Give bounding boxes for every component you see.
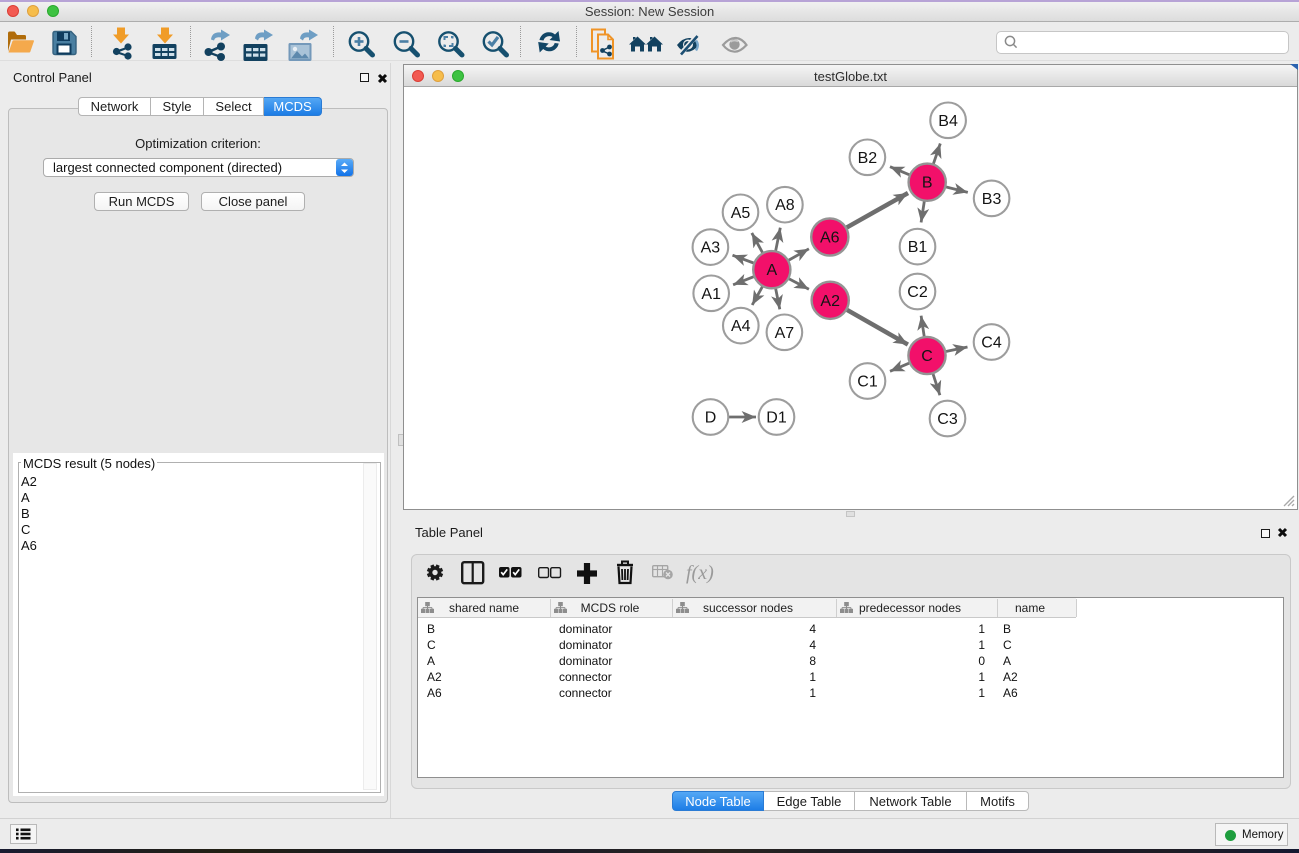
- svg-text:C: C: [427, 638, 436, 652]
- svg-text:connector: connector: [559, 670, 612, 684]
- svg-text:C4: C4: [981, 335, 1002, 352]
- svg-text:1: 1: [809, 670, 816, 684]
- svg-text:dominator: dominator: [559, 654, 612, 668]
- svg-text:B1: B1: [908, 239, 928, 256]
- svg-text:1: 1: [978, 622, 985, 636]
- svg-text:A6: A6: [820, 230, 840, 247]
- svg-text:A2: A2: [427, 670, 442, 684]
- svg-text:B3: B3: [982, 191, 1002, 208]
- svg-text:A: A: [1003, 654, 1011, 668]
- svg-text:B: B: [1003, 622, 1011, 636]
- svg-text:A4: A4: [731, 318, 751, 335]
- svg-text:f(x): f(x): [686, 562, 714, 584]
- svg-text:A: A: [766, 262, 777, 279]
- svg-text:A6: A6: [427, 686, 442, 700]
- svg-text:A2: A2: [820, 293, 840, 310]
- svg-text:B2: B2: [858, 150, 878, 167]
- svg-text:1: 1: [978, 638, 985, 652]
- svg-text:B4: B4: [938, 113, 958, 130]
- svg-text:8: 8: [809, 654, 816, 668]
- svg-text:C: C: [921, 348, 933, 365]
- svg-text:A6: A6: [1003, 686, 1018, 700]
- svg-text:1: 1: [978, 670, 985, 684]
- svg-text:A: A: [427, 654, 435, 668]
- svg-text:D1: D1: [766, 410, 787, 427]
- svg-text:A1: A1: [701, 286, 721, 303]
- svg-text:4: 4: [809, 622, 816, 636]
- svg-text:A8: A8: [775, 197, 795, 214]
- svg-text:predecessor nodes: predecessor nodes: [859, 601, 961, 615]
- svg-text:connector: connector: [559, 686, 612, 700]
- svg-text:dominator: dominator: [559, 622, 612, 636]
- svg-text:A3: A3: [701, 240, 721, 257]
- svg-text:1: 1: [978, 686, 985, 700]
- svg-text:A5: A5: [731, 205, 751, 222]
- svg-text:4: 4: [809, 638, 816, 652]
- svg-text:0: 0: [978, 654, 985, 668]
- svg-text:B: B: [922, 175, 933, 192]
- svg-text:C2: C2: [907, 284, 928, 301]
- svg-text:A7: A7: [775, 325, 795, 342]
- svg-text:C3: C3: [937, 411, 958, 428]
- svg-text:name: name: [1015, 601, 1045, 615]
- svg-text:1: 1: [809, 686, 816, 700]
- svg-text:D: D: [705, 410, 717, 427]
- svg-text:C: C: [1003, 638, 1012, 652]
- svg-text:shared name: shared name: [449, 601, 519, 615]
- svg-text:A2: A2: [1003, 670, 1018, 684]
- svg-text:dominator: dominator: [559, 638, 612, 652]
- svg-text:C1: C1: [857, 374, 878, 391]
- svg-text:successor nodes: successor nodes: [703, 601, 793, 615]
- svg-text:MCDS role: MCDS role: [581, 601, 640, 615]
- svg-text:B: B: [427, 622, 435, 636]
